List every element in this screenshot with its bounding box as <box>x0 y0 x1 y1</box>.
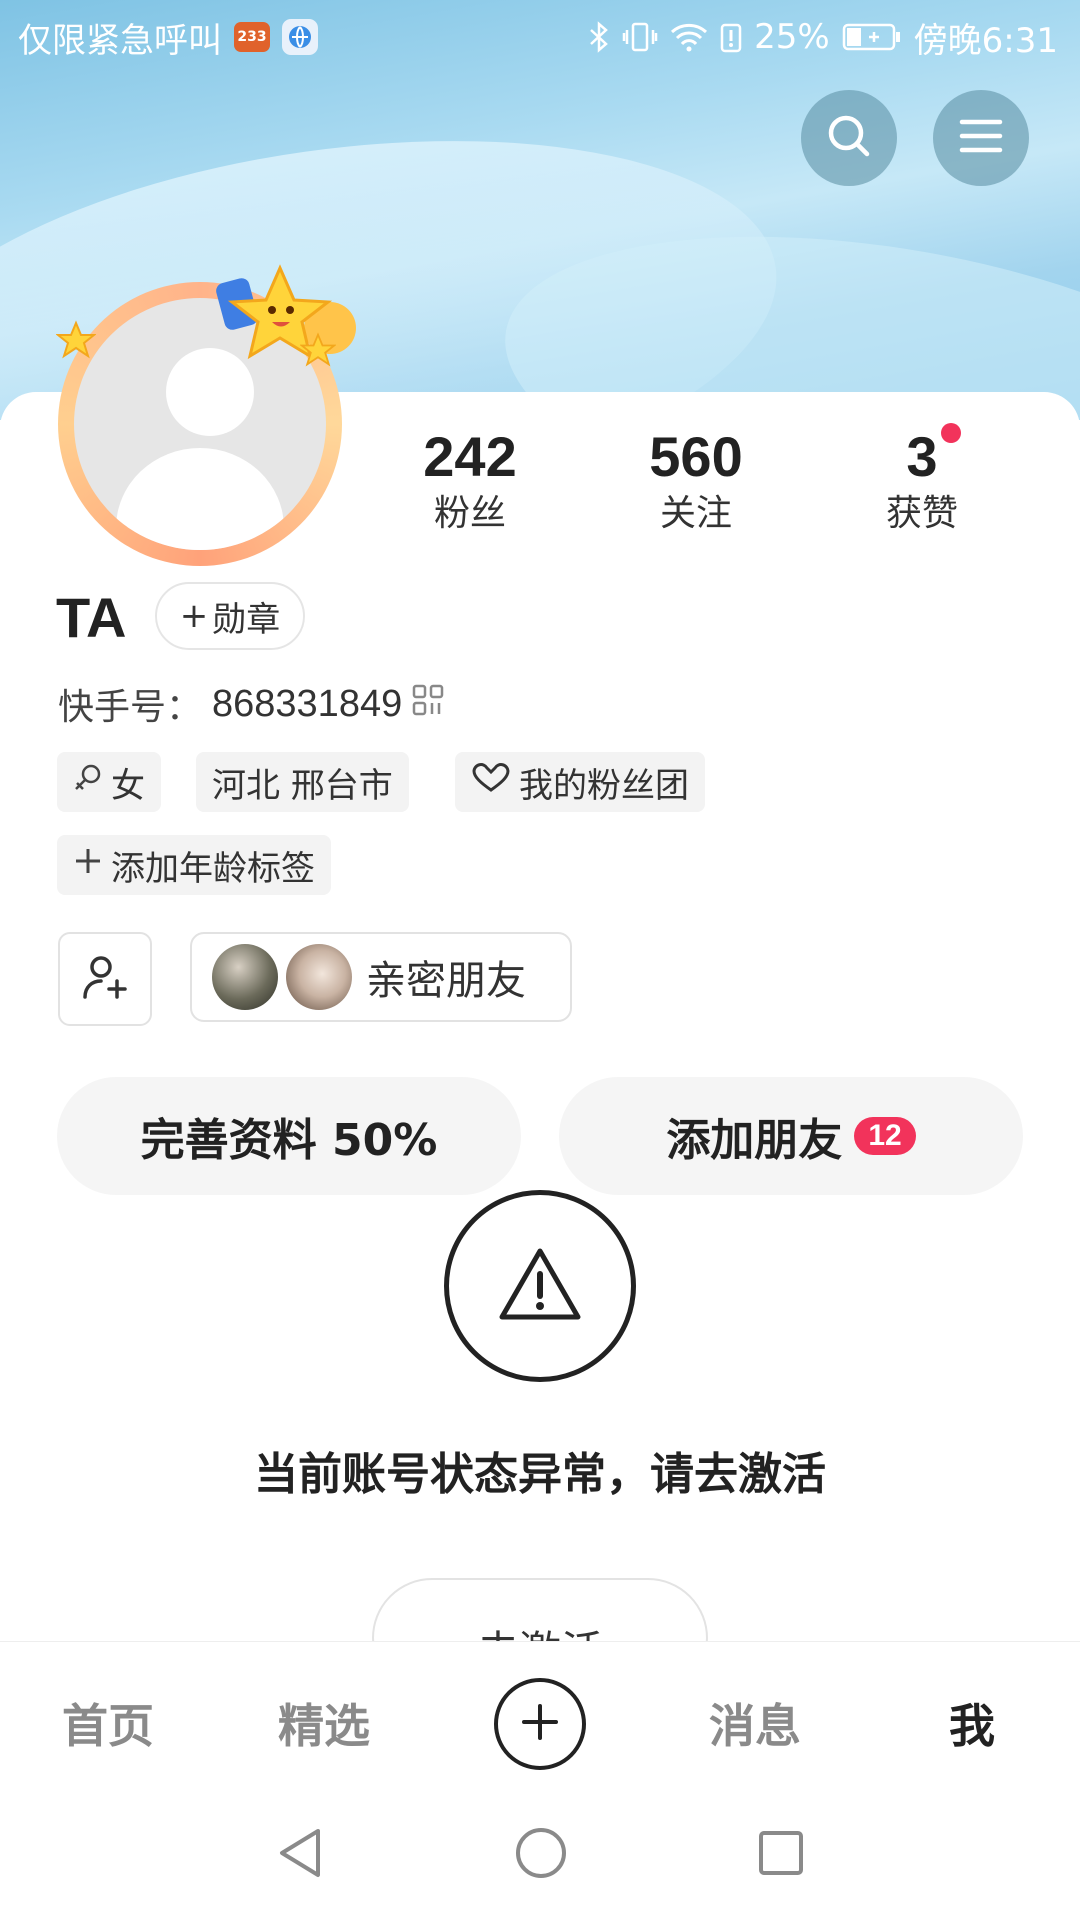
system-nav-bar <box>0 1789 1080 1920</box>
stat-label: 关注 <box>659 493 732 534</box>
carrier-text: 仅限紧急呼叫 <box>18 20 222 61</box>
menu-icon <box>958 116 1004 160</box>
kuaishou-id-row[interactable]: 快手号： 868331849 <box>58 678 444 730</box>
username: TA <box>56 586 127 649</box>
warning-icon <box>497 1246 583 1326</box>
tab-featured[interactable]: 精选 <box>278 1690 370 1756</box>
medal-label: 勋章 <box>212 599 281 640</box>
plus-icon <box>73 845 103 885</box>
app-badge-icon: 233 <box>234 22 270 52</box>
gender-tag[interactable]: 女 <box>57 752 161 812</box>
warning-circle <box>444 1190 636 1382</box>
clock: 傍晚6:31 <box>913 20 1058 61</box>
home-circle-icon[interactable] <box>514 1825 568 1885</box>
plus-icon <box>520 1702 560 1746</box>
gender-label: 女 <box>111 765 145 806</box>
close-friends-label: 亲密朋友 <box>366 958 526 1004</box>
stat-label: 粉丝 <box>433 493 506 534</box>
stat-label: 获赞 <box>885 493 958 534</box>
kuaishou-id-label: 快手号： <box>58 687 203 728</box>
stat-value: 3 <box>906 425 938 488</box>
search-button[interactable] <box>801 90 897 186</box>
stat-fans[interactable]: 242 粉丝 <box>390 425 550 539</box>
stat-value: 560 <box>649 425 743 488</box>
account-status-message: 当前账号状态异常，请去激活 <box>254 1449 826 1500</box>
wifi-icon <box>670 22 708 52</box>
recents-square-icon[interactable] <box>756 1825 806 1885</box>
fan-group-tag[interactable]: 我的粉丝团 <box>455 752 705 812</box>
vibrate-icon <box>622 21 658 53</box>
location-tag[interactable]: 河北 邢台市 <box>196 752 409 812</box>
complete-profile-button[interactable]: 完善资料 50% <box>57 1077 521 1195</box>
location-label: 河北 邢台市 <box>212 765 393 806</box>
battery-alert-icon <box>720 21 742 53</box>
create-post-button[interactable] <box>494 1678 586 1770</box>
tab-home[interactable]: 首页 <box>62 1690 154 1756</box>
friend-request-badge: 12 <box>854 1117 916 1155</box>
friend-avatar <box>286 944 352 1010</box>
kuaishou-id-value: 868331849 <box>212 682 403 725</box>
search-icon <box>824 111 874 165</box>
star-mascot-icon <box>216 264 356 360</box>
complete-profile-label: 完善资料 50% <box>140 1115 438 1166</box>
close-friends-button[interactable]: 亲密朋友 <box>190 932 572 1022</box>
bottom-tab-bar: 首页 精选 消息 我 <box>0 1641 1080 1789</box>
back-icon[interactable] <box>274 1825 326 1885</box>
add-age-tag-button[interactable]: 添加年龄标签 <box>57 835 331 895</box>
avatar-frame[interactable] <box>50 260 356 566</box>
browser-app-icon <box>282 19 318 55</box>
battery-percent: 25% <box>754 17 830 57</box>
tab-me[interactable]: 我 <box>949 1690 995 1756</box>
qr-code-icon[interactable] <box>412 684 444 725</box>
bluetooth-icon <box>588 21 610 53</box>
add-friend-button[interactable] <box>58 932 152 1026</box>
add-friends-button[interactable]: 添加朋友 12 <box>559 1077 1023 1195</box>
add-user-icon <box>81 953 129 1005</box>
fan-group-label: 我的粉丝团 <box>519 765 689 806</box>
stat-following[interactable]: 560 关注 <box>616 425 776 539</box>
add-age-label: 添加年龄标签 <box>111 848 315 889</box>
stat-likes[interactable]: 3 获赞 <box>842 425 1002 539</box>
female-icon <box>73 762 103 802</box>
plus-icon: + <box>179 596 209 636</box>
tab-messages[interactable]: 消息 <box>709 1690 801 1756</box>
star-icon <box>56 320 96 359</box>
heart-hands-icon <box>471 762 511 802</box>
notification-dot <box>941 423 961 443</box>
star-icon <box>300 332 336 367</box>
friend-avatar <box>212 944 278 1010</box>
menu-button[interactable] <box>933 90 1029 186</box>
add-friends-label: 添加朋友 <box>666 1115 843 1166</box>
add-medal-button[interactable]: + 勋章 <box>155 582 305 650</box>
stat-value: 242 <box>423 425 517 488</box>
battery-icon <box>842 22 902 52</box>
status-bar: 仅限紧急呼叫 233 25% 傍晚6:31 <box>0 0 1080 74</box>
